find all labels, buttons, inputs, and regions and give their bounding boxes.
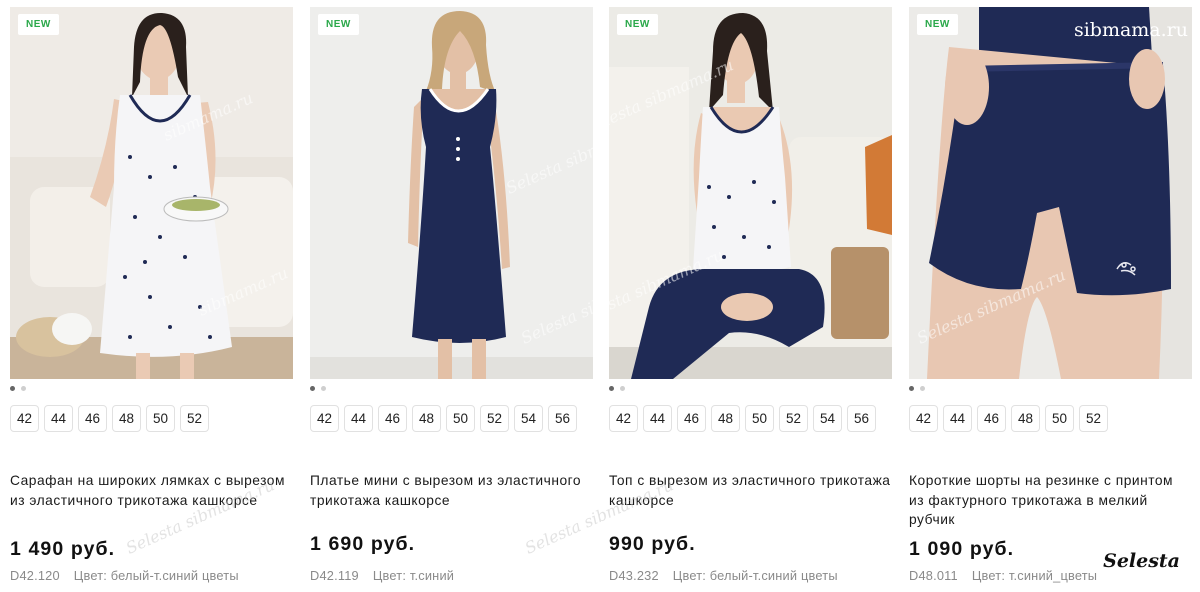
product-image-shorts bbox=[909, 7, 1192, 379]
size-option[interactable]: 54 bbox=[514, 405, 543, 432]
size-option[interactable]: 50 bbox=[446, 405, 475, 432]
watermark-text: sibmama.ru bbox=[1073, 19, 1188, 41]
size-option[interactable]: 52 bbox=[480, 405, 509, 432]
product-photo[interactable]: NEW Selesta sibmama.ru Selesta sibmama.r… bbox=[609, 7, 892, 379]
new-badge: NEW bbox=[917, 14, 958, 35]
product-article: D42.120 bbox=[10, 568, 60, 583]
size-option[interactable]: 56 bbox=[548, 405, 577, 432]
size-option[interactable]: 50 bbox=[745, 405, 774, 432]
size-option[interactable]: 44 bbox=[344, 405, 373, 432]
product-card: NEW sibmama.ru sibmama.ru 42 44 46 48 50… bbox=[10, 7, 293, 592]
product-grid: NEW sibmama.ru sibmama.ru 42 44 46 48 50… bbox=[10, 7, 1192, 592]
size-option[interactable]: 48 bbox=[112, 405, 141, 432]
size-option[interactable]: 56 bbox=[847, 405, 876, 432]
new-badge: NEW bbox=[18, 14, 59, 35]
product-image-top bbox=[609, 7, 892, 379]
new-badge: NEW bbox=[318, 14, 359, 35]
size-option[interactable]: 46 bbox=[78, 405, 107, 432]
size-option[interactable]: 52 bbox=[180, 405, 209, 432]
size-option[interactable]: 42 bbox=[909, 405, 938, 432]
size-option[interactable]: 52 bbox=[1079, 405, 1108, 432]
product-color: Цвет: белый-т.синий цветы bbox=[73, 568, 239, 583]
product-card: NEW sibmama.ru Selesta sibmama.ru 42 44 … bbox=[909, 7, 1192, 592]
product-meta: D43.232 Цвет: белый-т.синий цветы bbox=[609, 568, 838, 583]
pagination-dot-active[interactable] bbox=[909, 386, 914, 391]
product-photo[interactable]: NEW sibmama.ru sibmama.ru bbox=[10, 7, 293, 379]
size-option[interactable]: 44 bbox=[643, 405, 672, 432]
pagination-dot[interactable] bbox=[321, 386, 326, 391]
size-option[interactable]: 48 bbox=[711, 405, 740, 432]
product-image-dress bbox=[310, 7, 593, 379]
product-color: Цвет: т.синий bbox=[372, 568, 455, 583]
size-option[interactable]: 50 bbox=[1045, 405, 1074, 432]
product-color: Цвет: белый-т.синий цветы bbox=[672, 568, 838, 583]
product-image-sarafan bbox=[10, 7, 293, 379]
product-title[interactable]: Короткие шорты на резинке с принтом из ф… bbox=[909, 471, 1191, 530]
size-option[interactable]: 42 bbox=[310, 405, 339, 432]
size-option[interactable]: 44 bbox=[44, 405, 73, 432]
product-photo[interactable]: NEW Selesta sibmama.ru Selesta sibmama.r… bbox=[310, 7, 593, 379]
product-meta: D48.011 Цвет: т.синий_цветы bbox=[909, 568, 1097, 583]
new-badge: NEW bbox=[617, 14, 658, 35]
product-article: D42.119 bbox=[310, 568, 359, 583]
product-color: Цвет: т.синий_цветы bbox=[971, 568, 1098, 583]
size-option[interactable]: 42 bbox=[10, 405, 39, 432]
product-price: 1 690 руб. bbox=[310, 533, 416, 555]
pagination-dot-active[interactable] bbox=[10, 386, 15, 391]
pagination-dot[interactable] bbox=[620, 386, 625, 391]
size-option[interactable]: 46 bbox=[977, 405, 1006, 432]
size-option[interactable]: 46 bbox=[677, 405, 706, 432]
product-title[interactable]: Топ с вырезом из эластичного трикотажа к… bbox=[609, 471, 891, 510]
product-card: NEW Selesta sibmama.ru Selesta sibmama.r… bbox=[310, 7, 593, 592]
product-meta: D42.119 Цвет: т.синий bbox=[310, 568, 454, 583]
size-option[interactable]: 52 bbox=[779, 405, 808, 432]
product-article: D43.232 bbox=[609, 568, 659, 583]
pagination-dot[interactable] bbox=[920, 386, 925, 391]
size-option[interactable]: 50 bbox=[146, 405, 175, 432]
size-option[interactable]: 48 bbox=[412, 405, 441, 432]
product-meta: D42.120 Цвет: белый-т.синий цветы bbox=[10, 568, 239, 583]
product-price: 990 руб. bbox=[609, 533, 696, 555]
product-photo[interactable]: NEW sibmama.ru Selesta sibmama.ru bbox=[909, 7, 1192, 379]
product-article: D48.011 bbox=[909, 568, 958, 583]
product-price: 1 090 руб. bbox=[909, 538, 1015, 560]
product-title[interactable]: Сарафан на широких лямках с вырезом из э… bbox=[10, 471, 292, 510]
size-option[interactable]: 54 bbox=[813, 405, 842, 432]
size-option[interactable]: 48 bbox=[1011, 405, 1040, 432]
signature-watermark: Selesta bbox=[1103, 550, 1180, 572]
product-card: NEW Selesta sibmama.ru Selesta sibmama.r… bbox=[522, 7, 892, 592]
product-title[interactable]: Платье мини с вырезом из эластичного три… bbox=[310, 471, 592, 510]
size-option[interactable]: 46 bbox=[378, 405, 407, 432]
pagination-dot[interactable] bbox=[21, 386, 26, 391]
pagination-dot-active[interactable] bbox=[310, 386, 315, 391]
product-price: 1 490 руб. bbox=[10, 538, 116, 560]
size-option[interactable]: 44 bbox=[943, 405, 972, 432]
pagination-dot-active[interactable] bbox=[609, 386, 614, 391]
size-option[interactable]: 42 bbox=[609, 405, 638, 432]
